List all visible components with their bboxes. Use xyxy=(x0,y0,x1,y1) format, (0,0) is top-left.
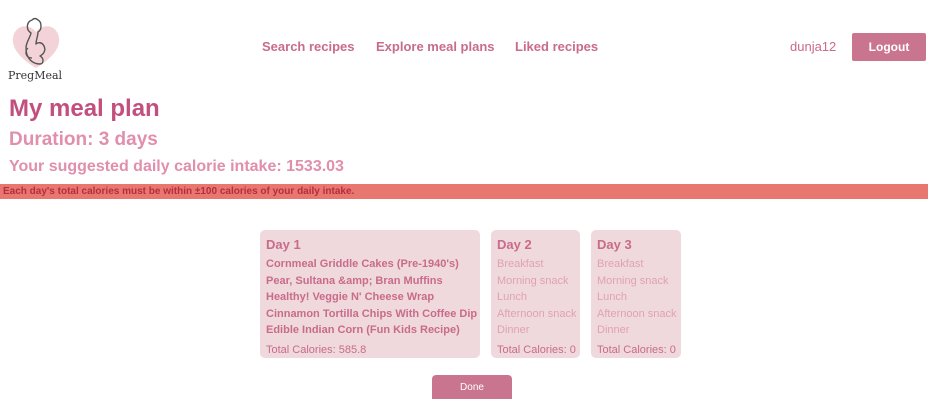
plan-duration: Duration: 3 days xyxy=(9,129,158,150)
meal-slot-afternoon-snack[interactable]: Cinnamon Tortilla Chips With Coffee Dip xyxy=(266,306,477,323)
day-total-calories: Total Calories: 585.8 xyxy=(266,343,367,356)
day-title: Day 1 xyxy=(266,237,301,252)
day-card-2: Day 2 Breakfast Morning snack Lunch Afte… xyxy=(491,230,580,358)
meal-slot-afternoon-snack[interactable]: Afternoon snack xyxy=(597,306,677,323)
nav-liked-recipes[interactable]: Liked recipes xyxy=(515,39,598,54)
nav-explore-meal-plans[interactable]: Explore meal plans xyxy=(376,39,495,54)
meal-slot-morning-snack[interactable]: Morning snack xyxy=(497,273,574,290)
day-card-1: Day 1 Cornmeal Griddle Cakes (Pre-1940's… xyxy=(260,230,480,358)
meal-slot-dinner[interactable]: Dinner xyxy=(597,322,675,339)
day-title: Day 2 xyxy=(497,237,532,252)
day-total-calories: Total Calories: 0 xyxy=(597,343,676,356)
calorie-warning-banner: Each day's total calories must be within… xyxy=(0,184,928,199)
meal-slot-morning-snack[interactable]: Morning snack xyxy=(597,273,675,290)
nav-search-recipes[interactable]: Search recipes xyxy=(262,39,355,54)
meal-slot-dinner[interactable]: Dinner xyxy=(497,322,574,339)
logout-button[interactable]: Logout xyxy=(852,33,926,61)
page-title: My meal plan xyxy=(9,95,160,122)
meal-slot-morning-snack[interactable]: Pear, Sultana &amp; Bran Muffins xyxy=(266,273,474,290)
day-total-calories: Total Calories: 0 xyxy=(497,343,576,356)
meal-slot-breakfast[interactable]: Breakfast xyxy=(597,256,675,273)
meal-slot-lunch[interactable]: Lunch xyxy=(597,289,675,306)
main-nav: Search recipes Explore meal plans Liked … xyxy=(0,39,928,57)
username: dunja12 xyxy=(790,39,837,54)
meal-slot-afternoon-snack[interactable]: Afternoon snack xyxy=(497,306,577,323)
day-title: Day 3 xyxy=(597,237,632,252)
brand-name: PregMeal xyxy=(8,69,63,82)
done-button[interactable]: Done xyxy=(432,375,512,399)
day-card-3: Day 3 Breakfast Morning snack Lunch Afte… xyxy=(591,230,681,358)
meal-slot-lunch[interactable]: Lunch xyxy=(497,289,574,306)
daily-calorie-intake: Your suggested daily calorie intake: 153… xyxy=(9,158,344,175)
meal-slot-breakfast[interactable]: Cornmeal Griddle Cakes (Pre-1940's) xyxy=(266,256,474,273)
meal-slot-dinner[interactable]: Edible Indian Corn (Fun Kids Recipe) xyxy=(266,322,474,339)
meal-slot-breakfast[interactable]: Breakfast xyxy=(497,256,574,273)
meal-slot-lunch[interactable]: Healthy! Veggie N' Cheese Wrap xyxy=(266,289,474,306)
